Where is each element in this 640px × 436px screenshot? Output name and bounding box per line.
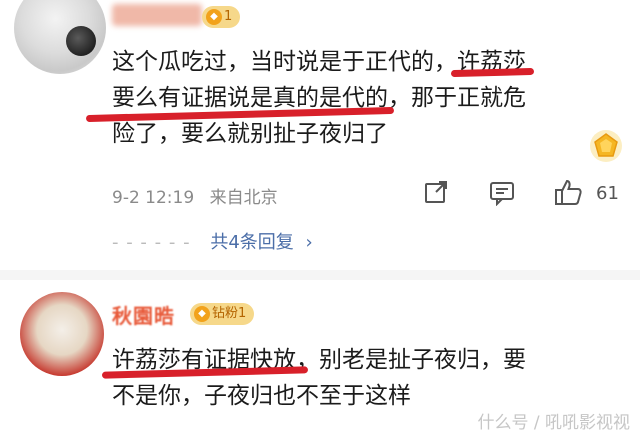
share-icon[interactable]	[422, 178, 450, 210]
diamond-icon: ◆	[206, 9, 222, 25]
gold-rank-icon	[588, 128, 624, 164]
fan-badge-label: 钻粉1	[212, 306, 247, 321]
comment-line: ，别老是扯子夜归，要	[296, 347, 526, 373]
view-replies-link[interactable]: - - - - - - 共4条回复 ›	[112, 228, 313, 254]
diamond-icon: ◆	[194, 306, 210, 322]
replies-count-label[interactable]: 共4条回复	[210, 232, 293, 253]
comment-line: 这个瓜吃过，当时说是于正代的，	[112, 49, 457, 75]
reply-divider: - - - - - -	[112, 232, 191, 253]
comment-text: 许荔莎有证据快放 ，别老是扯子夜归，要 不是你，子夜归也不至于这样	[101, 342, 612, 414]
avatar-decoration	[66, 26, 96, 56]
thumbs-up-icon[interactable]	[554, 178, 584, 210]
comment-line: ，那于正就危	[388, 85, 526, 111]
comment-line: 要么有证据说是真的是代的	[112, 85, 388, 111]
highlighted-text: 许荔莎	[450, 49, 535, 78]
fan-badge-label: 1	[224, 9, 233, 24]
username[interactable]: 秋園晧	[112, 300, 175, 329]
comment-line: 险了，要么就别扯子夜归了	[112, 121, 388, 147]
highlighted-text: 许荔莎有证据快放	[101, 347, 309, 379]
comment-meta: 9-2 12:19 来自北京	[112, 183, 288, 208]
username-blurred[interactable]	[112, 4, 202, 26]
comment-icon[interactable]	[488, 178, 516, 210]
location: 来自北京	[209, 188, 278, 208]
avatar[interactable]	[14, 0, 106, 74]
timestamp: 9-2 12:19	[112, 188, 195, 208]
comment-text: 这个瓜吃过，当时说是于正代的，许荔莎 要么有证据说是真的是代的 ，那于正就危 险了…	[85, 44, 632, 152]
comment-line: 不是你，子夜归也不至于这样	[112, 383, 411, 409]
fan-badge: ◆ 1	[202, 6, 241, 28]
watermark: 什么号 / 吼吼影视视	[477, 413, 630, 433]
like-count: 61	[596, 183, 619, 204]
chevron-right-icon: ›	[305, 232, 313, 253]
red-underline	[450, 67, 535, 78]
section-divider	[0, 270, 640, 280]
fan-badge: ◆ 钻粉1	[190, 303, 255, 325]
highlighted-text: 要么有证据说是真的是代的	[85, 85, 395, 123]
avatar[interactable]	[20, 292, 104, 376]
